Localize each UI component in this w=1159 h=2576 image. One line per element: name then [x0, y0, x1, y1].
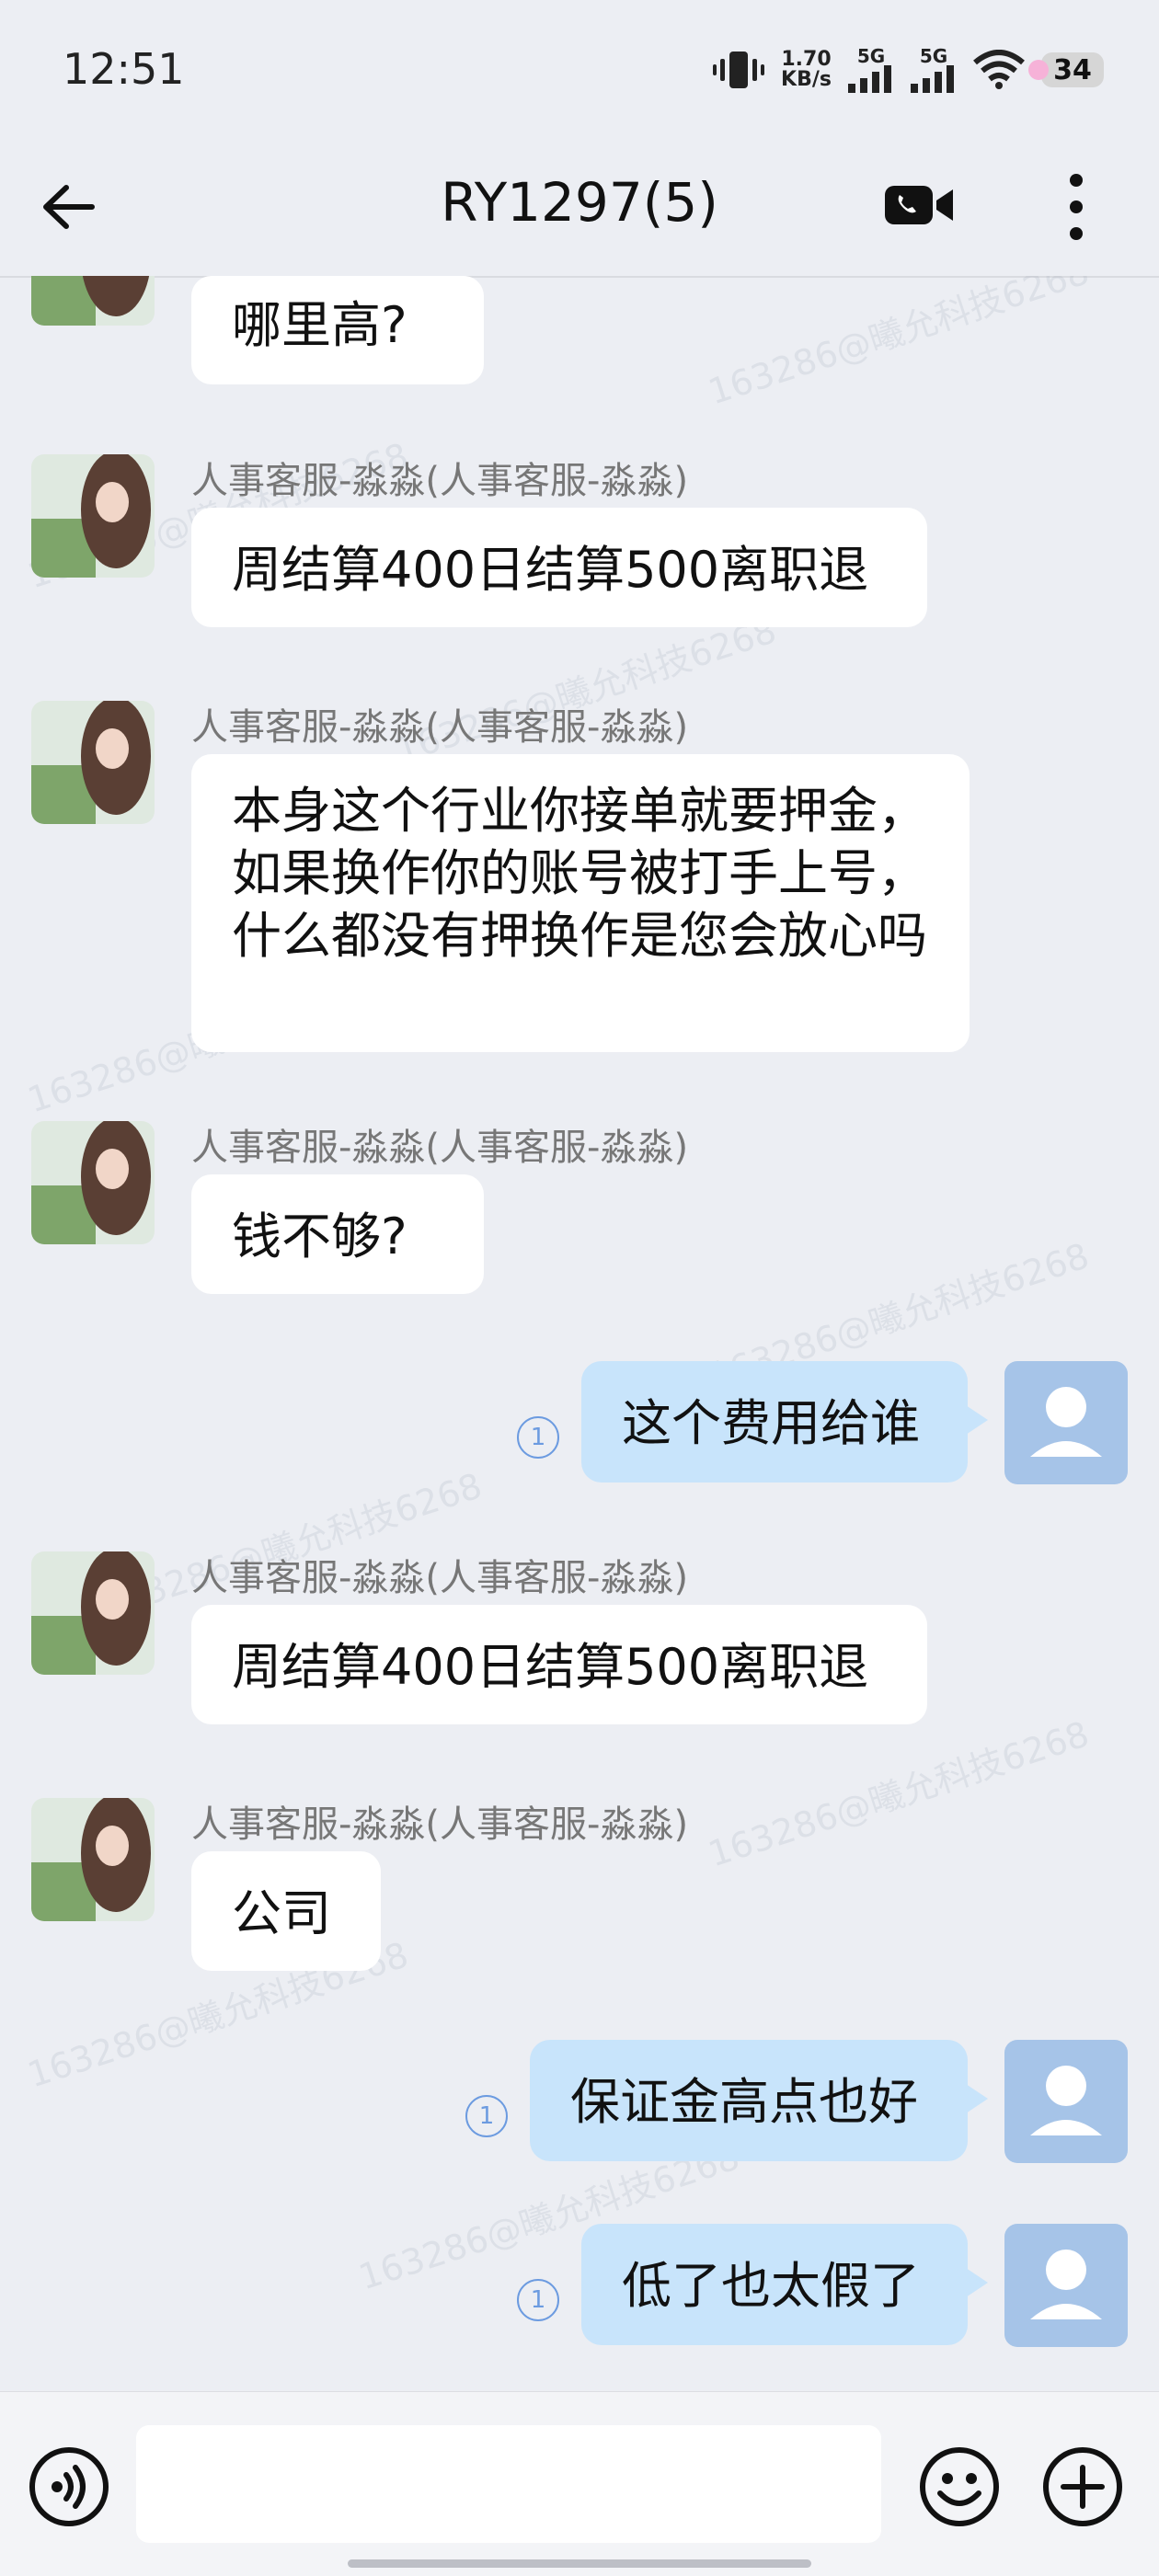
signal-1-label: 5G	[856, 45, 886, 67]
chat-header: RY1297(5)	[0, 138, 1159, 278]
video-call-icon[interactable]	[883, 173, 957, 237]
default-user-icon	[1030, 1387, 1102, 1457]
default-user-icon	[1030, 2066, 1102, 2135]
signal-1: 5G	[848, 47, 894, 93]
avatar[interactable]	[31, 454, 155, 578]
avatar[interactable]	[1004, 1361, 1128, 1484]
signal-bars-icon	[848, 65, 891, 93]
contact-avatar-image	[31, 1121, 155, 1244]
avatar[interactable]	[31, 701, 155, 824]
status-icons: 1.70 KB/s 5G 5G 34	[713, 42, 1104, 97]
message-incoming: 人事客服-淼淼(人事客服-淼淼) 钱不够?	[0, 1117, 1159, 1301]
home-indicator[interactable]	[348, 2559, 811, 2568]
message-incoming: 人事客服-淼淼(人事客服-淼淼) 本身这个行业你接单就要押金，如果换作你的账号被…	[0, 697, 1159, 1065]
input-bar	[0, 2391, 1159, 2576]
signal-bars-icon	[911, 65, 954, 93]
message-text: 低了也太假了	[622, 2257, 920, 2315]
read-receipt[interactable]: 1	[465, 2095, 508, 2137]
avatar[interactable]	[31, 1798, 155, 1921]
message-text: 周结算400日结算500离职退	[232, 1638, 869, 1696]
message-text: 公司	[232, 1884, 331, 1942]
contact-avatar-image	[31, 1551, 155, 1675]
message-incoming: 哪里高?	[0, 276, 1159, 395]
status-time: 12:51	[63, 44, 185, 94]
contact-avatar-image	[31, 276, 155, 326]
avatar[interactable]	[1004, 2040, 1128, 2163]
contact-avatar-image	[31, 454, 155, 578]
sender-name: 人事客服-淼淼(人事客服-淼淼)	[191, 460, 689, 502]
message-bubble[interactable]: 哪里高?	[191, 276, 484, 384]
message-outgoing: 1 这个费用给谁	[0, 1361, 1159, 1490]
message-text: 保证金高点也好	[570, 2073, 918, 2131]
signal-2-label: 5G	[919, 45, 948, 67]
read-receipt[interactable]: 1	[517, 1416, 559, 1459]
message-bubble[interactable]: 公司	[191, 1851, 381, 1971]
sender-name: 人事客服-淼淼(人事客服-淼淼)	[191, 1127, 689, 1169]
wifi-icon	[973, 50, 1025, 89]
net-speed-value: 1.70	[781, 48, 832, 71]
message-bubble[interactable]: 保证金高点也好	[530, 2040, 988, 2161]
net-speed: 1.70 KB/s	[781, 50, 832, 90]
message-outgoing: 1 保证金高点也好	[0, 2040, 1159, 2169]
emoji-icon[interactable]	[918, 2445, 1001, 2528]
flower-badge-icon	[1028, 60, 1049, 80]
message-bubble[interactable]: 周结算400日结算500离职退	[191, 508, 927, 627]
message-input[interactable]	[136, 2425, 881, 2543]
message-text: 钱不够?	[232, 1208, 407, 1265]
message-outgoing: 1 低了也太假了	[0, 2224, 1159, 2353]
avatar[interactable]	[1004, 2224, 1128, 2347]
message-bubble[interactable]: 钱不够?	[191, 1174, 484, 1294]
message-list[interactable]: 163286@曦允科技6268 163286@曦允科技6268 163286@曦…	[0, 276, 1159, 2391]
message-incoming: 人事客服-淼淼(人事客服-淼淼) 周结算400日结算500离职退	[0, 451, 1159, 635]
vibrate-icon	[713, 52, 765, 88]
contact-avatar-image	[31, 701, 155, 824]
status-bar: 12:51 1.70 KB/s 5G 5G 34	[0, 0, 1159, 138]
chat-title: RY1297(5)	[441, 171, 718, 234]
plus-icon[interactable]	[1041, 2445, 1124, 2528]
battery-indicator: 34	[1028, 52, 1104, 87]
avatar[interactable]	[31, 276, 155, 326]
message-text: 这个费用给谁	[622, 1394, 920, 1452]
avatar[interactable]	[31, 1551, 155, 1675]
sender-name: 人事客服-淼淼(人事客服-淼淼)	[191, 1557, 689, 1599]
message-bubble[interactable]: 本身这个行业你接单就要押金，如果换作你的账号被打手上号，什么都没有押换作是您会放…	[191, 754, 970, 1052]
message-text: 周结算400日结算500离职退	[232, 541, 869, 599]
sender-name: 人事客服-淼淼(人事客服-淼淼)	[191, 706, 689, 749]
more-vertical-icon[interactable]	[1058, 166, 1095, 248]
default-user-icon	[1030, 2250, 1102, 2319]
voice-input-icon[interactable]	[28, 2445, 110, 2528]
avatar[interactable]	[31, 1121, 155, 1244]
read-receipt[interactable]: 1	[517, 2279, 559, 2321]
message-bubble[interactable]: 周结算400日结算500离职退	[191, 1605, 927, 1724]
sender-name: 人事客服-淼淼(人事客服-淼淼)	[191, 1803, 689, 1846]
contact-avatar-image	[31, 1798, 155, 1921]
message-incoming: 人事客服-淼淼(人事客服-淼淼) 周结算400日结算500离职退	[0, 1548, 1159, 1732]
message-text: 本身这个行业你接单就要押金，如果换作你的账号被打手上号，什么都没有押换作是您会放…	[232, 782, 927, 965]
signal-2: 5G	[911, 47, 957, 93]
message-bubble[interactable]: 这个费用给谁	[581, 1361, 988, 1483]
battery-level: 34	[1053, 53, 1092, 86]
message-bubble[interactable]: 低了也太假了	[581, 2224, 988, 2345]
message-incoming: 人事客服-淼淼(人事客服-淼淼) 公司	[0, 1794, 1159, 1978]
message-text: 哪里高?	[232, 296, 407, 354]
net-speed-unit: KB/s	[781, 68, 832, 91]
